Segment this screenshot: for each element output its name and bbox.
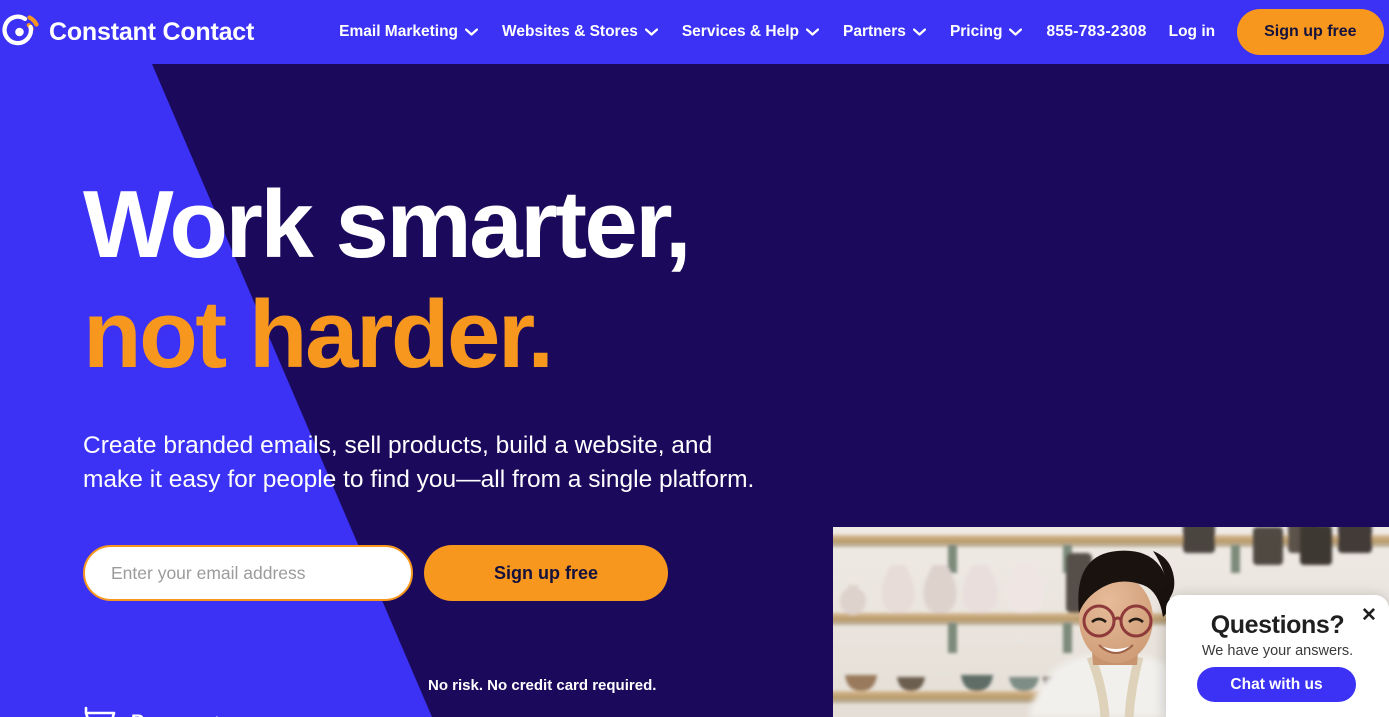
hero-headline: Work smarter, not harder.	[83, 170, 692, 390]
brand-name: Constant Contact	[49, 17, 255, 46]
nav-item-pricing[interactable]: Pricing	[950, 0, 1023, 64]
shopping-cart-icon	[83, 704, 117, 717]
hero-headline-line-2: not harder.	[83, 281, 554, 388]
brand-logo-link[interactable]: Constant Contact	[0, 0, 254, 64]
no-risk-disclaimer: No risk. No credit card required.	[428, 677, 657, 694]
primary-nav-links: Email Marketing Websites & Stores Servic…	[339, 0, 1046, 64]
hero-signup-form: Sign up free	[83, 545, 668, 601]
nav-item-label: Websites & Stores	[502, 23, 638, 40]
login-link[interactable]: Log in	[1169, 23, 1216, 41]
nav-item-label: Pricing	[949, 23, 1003, 40]
hero-subheadline-line-2: make it easy for people to find you—all …	[83, 466, 755, 493]
chat-widget-subtitle: We have your answers.	[1201, 643, 1354, 659]
close-icon[interactable]: ✕	[1359, 605, 1379, 625]
nav-item-services-help[interactable]: Services & Help	[681, 0, 820, 64]
hero-subheadline-line-1: Create branded emails, sell products, bu…	[83, 432, 713, 459]
nav-item-websites-stores[interactable]: Websites & Stores	[502, 0, 658, 64]
chat-with-us-button[interactable]: Chat with us	[1197, 667, 1356, 702]
page-root: Constant Contact Email Marketing Website…	[0, 0, 1389, 717]
constant-contact-c-logo-icon	[0, 10, 44, 54]
chevron-down-icon	[465, 28, 479, 36]
hero-section: Work smarter, not harder. Create branded…	[0, 64, 1389, 717]
nav-item-label: Email Marketing	[339, 23, 459, 40]
hero-subheadline: Create branded emails, sell products, bu…	[83, 429, 754, 497]
nav-item-partners[interactable]: Partners	[843, 0, 926, 64]
phone-number-link[interactable]: 855-783-2308	[1046, 23, 1146, 41]
chat-widget: Questions? We have your answers. Chat wi…	[1166, 595, 1389, 717]
nav-utility-group: 855-783-2308 Log in Sign up free	[1046, 0, 1384, 64]
email-input[interactable]	[83, 545, 413, 601]
nav-item-email-marketing[interactable]: Email Marketing	[339, 0, 479, 64]
nav-signup-free-button[interactable]: Sign up free	[1237, 9, 1384, 55]
hero-headline-line-1: Work smarter,	[83, 171, 692, 278]
hero-signup-free-button[interactable]: Sign up free	[424, 545, 668, 601]
chevron-down-icon	[912, 28, 926, 36]
chevron-down-icon	[644, 28, 658, 36]
nav-item-label: Partners	[843, 23, 906, 40]
chevron-down-icon	[1009, 28, 1023, 36]
nav-item-label: Services & Help	[681, 23, 800, 40]
buy-now-label: Buy now >	[131, 712, 227, 717]
chat-widget-title: Questions?	[1210, 611, 1345, 639]
top-navigation-bar: Constant Contact Email Marketing Website…	[0, 0, 1389, 64]
hero-content: Work smarter, not harder. Create branded…	[0, 64, 900, 717]
chevron-down-icon	[806, 28, 820, 36]
buy-now-link[interactable]: Buy now >	[83, 704, 227, 717]
